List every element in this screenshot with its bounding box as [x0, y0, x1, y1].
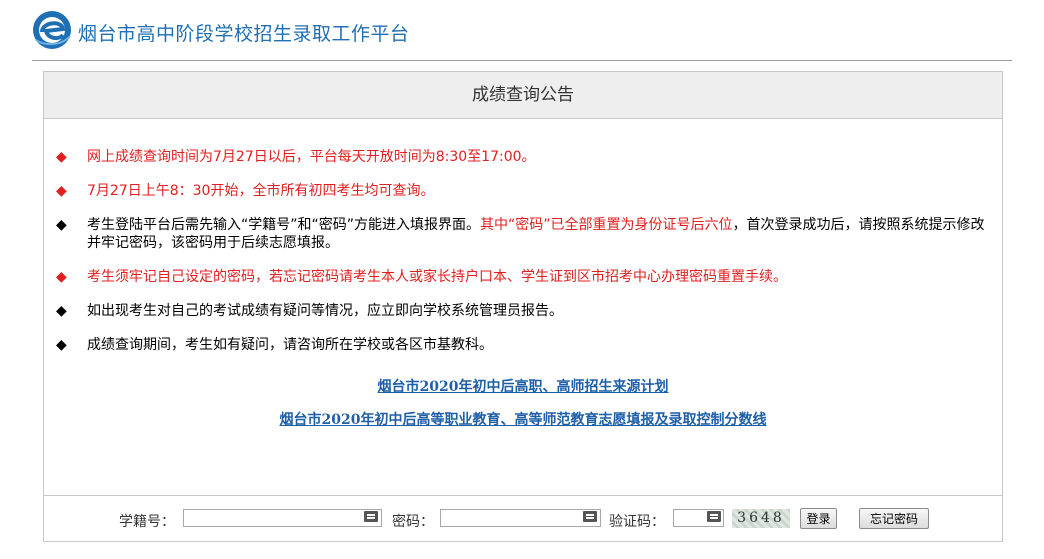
notice-item: ◆ 考生登陆平台后需先输入“学籍号”和“密码”方能进入填报界面。其中“密码”已全… [56, 216, 986, 252]
diamond-bullet-icon: ◆ [56, 149, 67, 165]
notice-text: 网上成绩查询时间为7月27日以后，平台每天开放时间为8:30至17:00。 [87, 149, 536, 165]
login-button[interactable]: 登录 [800, 508, 837, 529]
site-title: 烟台市高中阶段学校招生录取工作平台 [78, 23, 410, 45]
password-input[interactable] [440, 509, 601, 527]
diamond-bullet-icon: ◆ [56, 269, 67, 285]
notice-text: 考生登陆平台后需先输入“学籍号”和“密码”方能进入填报界面。 [87, 217, 481, 233]
header: 烟台市高中阶段学校招生录取工作平台 [0, 0, 1044, 62]
student-id-input[interactable] [183, 509, 382, 527]
forgot-password-button[interactable]: 忘记密码 [859, 508, 929, 529]
cutoff-score-link[interactable]: 烟台市2020年初中后高等职业教育、高等师范教育志愿填报及录取控制分数线 [44, 411, 1002, 429]
captcha-image[interactable]: 3648 [732, 509, 790, 528]
diamond-bullet-icon: ◆ [56, 217, 67, 233]
login-bar: 学籍号： 密码： 验证码： 3648 登录 忘记密码 [44, 495, 1002, 541]
notice-text: 考生须牢记自己设定的密码，若忘记密码请考生本人或家长持户口本、学生证到区市招考中… [87, 269, 787, 285]
notice-item: ◆ 成绩查询期间，考生如有疑问，请咨询所在学校或各区市基教科。 [56, 336, 986, 354]
diamond-bullet-icon: ◆ [56, 337, 67, 353]
notice-text: 如出现考生对自己的考试成绩有疑问等情况，应立即向学校系统管理员报告。 [87, 303, 563, 319]
notice-text: 7月27日上午8：30开始，全市所有初四考生均可查询。 [87, 183, 435, 199]
notice-item: ◆ 网上成绩查询时间为7月27日以后，平台每天开放时间为8:30至17:00。 [56, 148, 986, 166]
notice-item: ◆ 如出现考生对自己的考试成绩有疑问等情况，应立即向学校系统管理员报告。 [56, 302, 986, 320]
soft-keyboard-icon[interactable] [364, 511, 378, 522]
notice-text: 成绩查询期间，考生如有疑问，请咨询所在学校或各区市基教科。 [87, 337, 493, 353]
notice-highlight: 其中“密码”已全部重置为身份证号后六位 [480, 217, 733, 233]
soft-keyboard-icon[interactable] [583, 511, 597, 522]
announcement-panel: 成绩查询公告 ◆ 网上成绩查询时间为7月27日以后，平台每天开放时间为8:30至… [43, 71, 1003, 542]
header-divider [32, 60, 1012, 61]
student-id-label: 学籍号： [119, 514, 175, 530]
notice-item: ◆ 考生须牢记自己设定的密码，若忘记密码请考生本人或家长持户口本、学生证到区市招… [56, 268, 986, 286]
enrollment-plan-link[interactable]: 烟台市2020年初中后高职、高师招生来源计划 [44, 378, 1002, 396]
links-section: 烟台市2020年初中后高职、高师招生来源计划 烟台市2020年初中后高等职业教育… [44, 378, 1002, 429]
panel-title: 成绩查询公告 [44, 72, 1002, 119]
captcha-label: 验证码： [609, 514, 665, 530]
password-label: 密码： [392, 514, 434, 530]
notice-list: ◆ 网上成绩查询时间为7月27日以后，平台每天开放时间为8:30至17:00。 … [56, 148, 986, 370]
notice-item: ◆ 7月27日上午8：30开始，全市所有初四考生均可查询。 [56, 182, 986, 200]
soft-keyboard-icon[interactable] [707, 511, 721, 522]
diamond-bullet-icon: ◆ [56, 303, 67, 319]
platform-logo [33, 11, 71, 49]
diamond-bullet-icon: ◆ [56, 183, 67, 199]
